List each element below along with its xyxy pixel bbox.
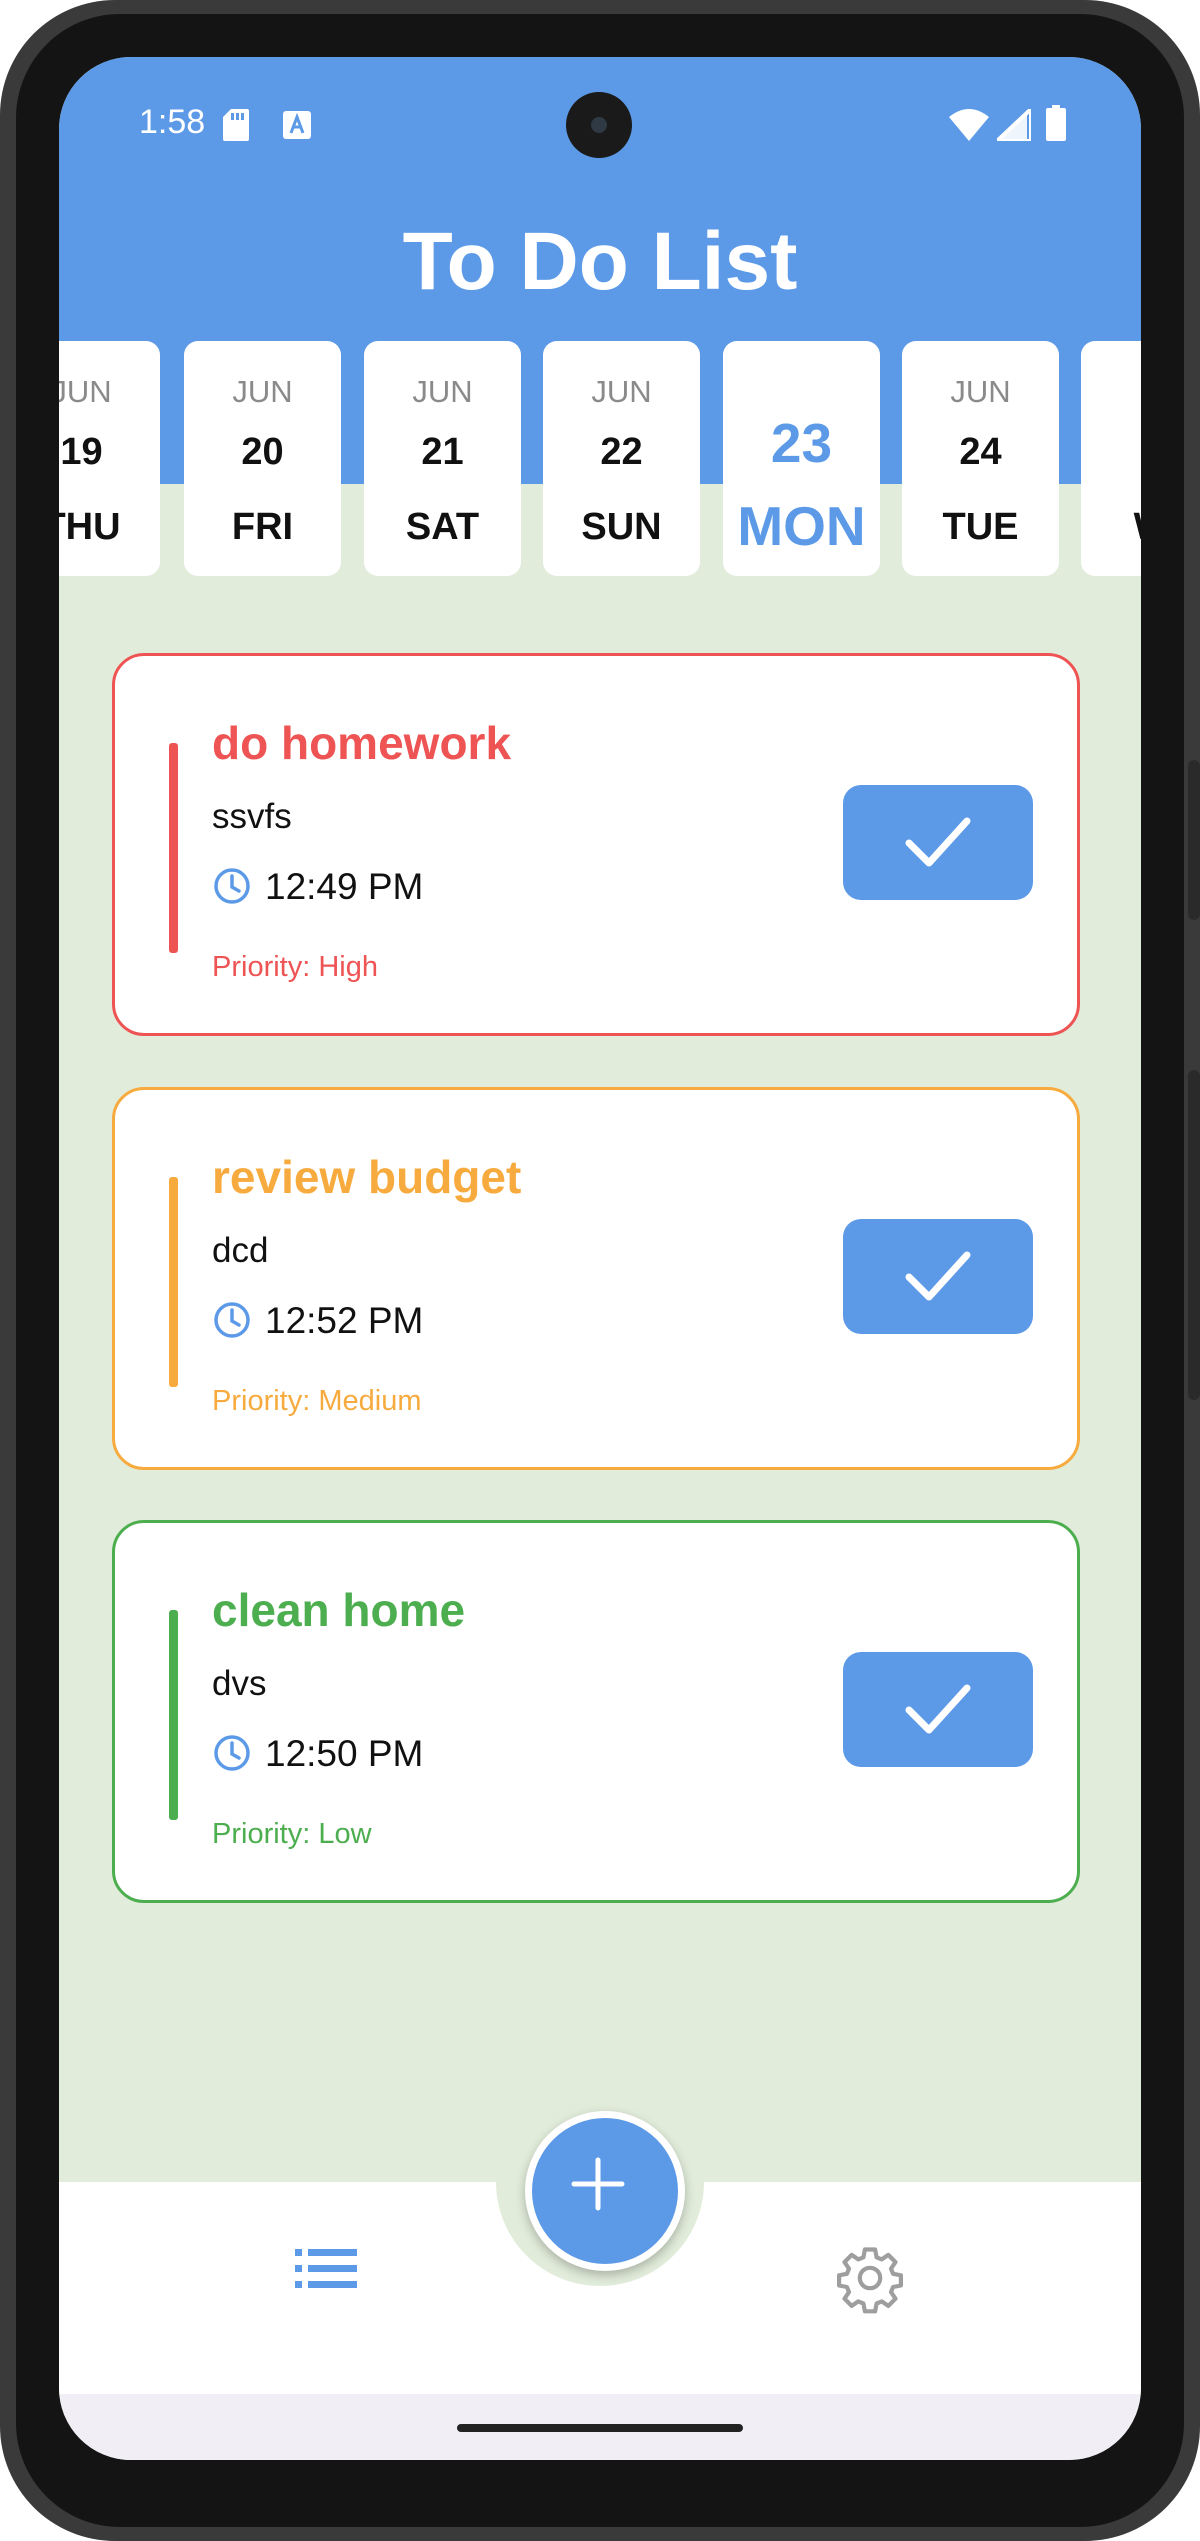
- add-task-button[interactable]: [525, 2111, 685, 2271]
- date-day: 21: [421, 431, 464, 473]
- volume-button: [1188, 1070, 1200, 1400]
- task-time: 12:50 PM: [265, 1733, 424, 1774]
- cellular-signal-icon: [997, 109, 1031, 141]
- task-card[interactable]: clean home dvs 12:50 PM Priority: Low: [112, 1520, 1080, 1903]
- date-weekday: FRI: [231, 506, 294, 548]
- wifi-icon: [949, 109, 989, 141]
- date-card[interactable]: JUN 20 FRI: [184, 341, 341, 576]
- date-selector[interactable]: JUN 19 THU JUN 20 FRI JUN 21 SAT JUN 22 …: [59, 341, 1141, 581]
- date-month: JUN: [950, 374, 1011, 409]
- date-day: 22: [600, 431, 643, 473]
- complete-task-button[interactable]: [843, 1219, 1033, 1334]
- task-time: 12:49 PM: [265, 866, 424, 907]
- clock-icon: [214, 868, 250, 904]
- front-camera: [566, 92, 632, 158]
- date-day: 24: [959, 431, 1002, 473]
- complete-task-button[interactable]: [843, 785, 1033, 900]
- checkmark-icon: [905, 1251, 971, 1301]
- date-month: JUN: [232, 374, 293, 409]
- priority-indicator-bar: [169, 1610, 178, 1820]
- gear-icon[interactable]: [834, 2242, 906, 2314]
- text-a-icon: [283, 111, 311, 139]
- task-card[interactable]: review budget dcd 12:52 PM Priority: Med…: [112, 1087, 1080, 1470]
- priority-indicator-bar: [169, 743, 178, 953]
- task-description: dcd: [212, 1231, 269, 1270]
- power-button: [1188, 760, 1200, 920]
- priority-indicator-bar: [169, 1177, 178, 1387]
- task-description: dvs: [212, 1664, 267, 1703]
- task-title: review budget: [212, 1151, 522, 1203]
- date-card[interactable]: JUN 22 SUN: [543, 341, 700, 576]
- status-bar: 1:58: [59, 57, 1141, 167]
- date-month: JUN: [59, 374, 112, 409]
- list-icon[interactable]: [295, 2249, 357, 2289]
- date-card[interactable]: JUN 21 SAT: [364, 341, 521, 576]
- date-day: 20: [241, 431, 284, 473]
- plus-icon: [571, 2157, 625, 2211]
- date-weekday: MON: [737, 495, 866, 557]
- date-weekday: TUE: [942, 506, 1019, 548]
- date-weekday: W: [1073, 506, 1141, 549]
- date-weekday: SUN: [581, 506, 662, 548]
- date-month: JUN: [591, 374, 652, 409]
- clock-icon: [214, 1302, 250, 1338]
- date-weekday: THU: [59, 506, 121, 548]
- checkmark-icon: [905, 817, 971, 867]
- date-card[interactable]: JUN 19 THU: [59, 341, 160, 576]
- date-month: J: [1073, 374, 1141, 410]
- home-gesture-handle[interactable]: [457, 2424, 743, 2432]
- phone-frame: 1:58 To Do List JUN 19 HU JUN 20 FRI JUN…: [0, 0, 1200, 2541]
- task-title: clean home: [212, 1584, 466, 1636]
- date-month: JUN: [412, 374, 473, 409]
- task-priority: Priority: Low: [212, 1818, 372, 1850]
- date-weekday: SAT: [405, 506, 480, 548]
- checkmark-icon: [905, 1684, 971, 1734]
- date-day: 19: [60, 431, 103, 473]
- date-card-selected[interactable]: 23 MON: [723, 341, 880, 576]
- date-day: 2: [1073, 431, 1142, 474]
- date-card[interactable]: J 2 W: [1081, 341, 1141, 576]
- status-time: 1:58: [139, 103, 206, 141]
- task-time: 12:52 PM: [265, 1300, 424, 1341]
- clock-icon: [214, 1735, 250, 1771]
- date-day: 23: [770, 412, 833, 474]
- task-description: ssvfs: [212, 797, 292, 836]
- page-title: To Do List: [402, 216, 798, 307]
- complete-task-button[interactable]: [843, 1652, 1033, 1767]
- task-priority: Priority: High: [212, 951, 378, 983]
- sd-card-icon: [223, 109, 249, 141]
- task-card[interactable]: do homework ssvfs 12:49 PM Priority: Hig…: [112, 653, 1080, 1036]
- date-card[interactable]: JUN 24 TUE: [902, 341, 1059, 576]
- app-screen: 1:58 To Do List JUN 19 HU JUN 20 FRI JUN…: [59, 57, 1141, 2460]
- battery-icon: [1046, 105, 1066, 141]
- task-priority: Priority: Medium: [212, 1385, 422, 1417]
- task-title: do homework: [212, 717, 512, 769]
